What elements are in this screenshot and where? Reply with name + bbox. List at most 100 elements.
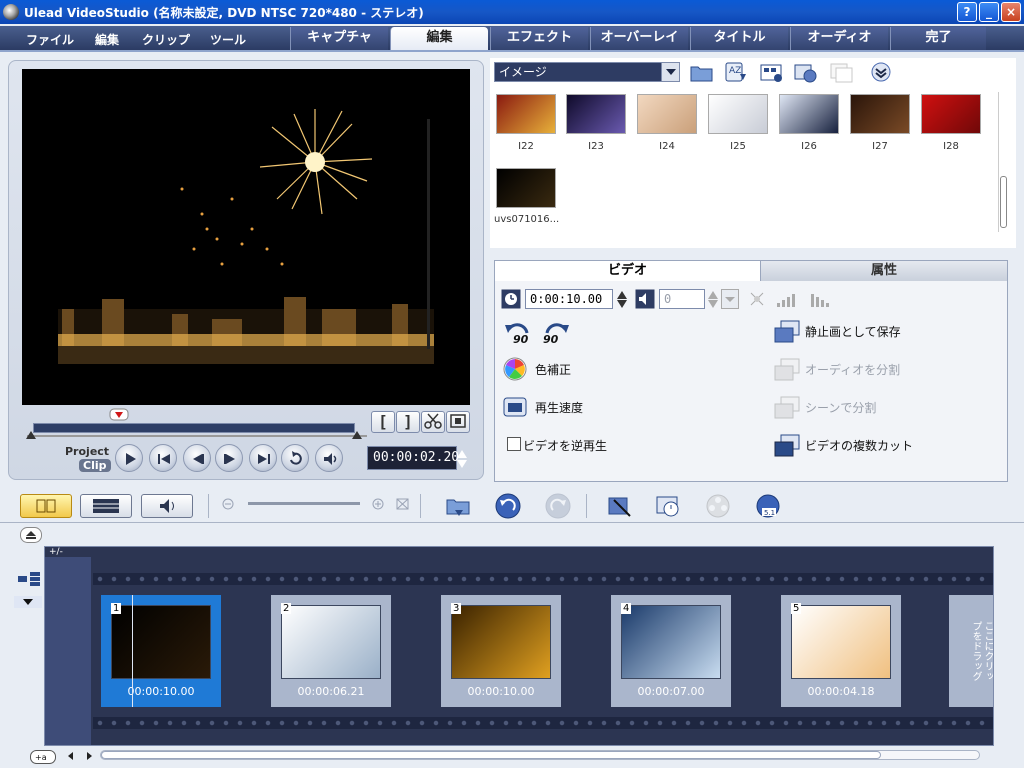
timeline-playhead[interactable] — [132, 595, 133, 707]
clip-mode-label[interactable]: Clip — [79, 459, 111, 472]
help-button[interactable]: ? — [957, 2, 977, 22]
storyboard-clip-1[interactable]: 1 00:00:10.00 — [101, 595, 221, 707]
menu-edit[interactable]: 編集 — [95, 31, 119, 48]
tab-title[interactable]: タイトル — [690, 27, 788, 50]
import-media-icon[interactable] — [828, 60, 856, 84]
storyboard-clip-5[interactable]: 5 00:00:04.18 — [781, 595, 901, 707]
scrubber-handle-icon[interactable] — [109, 408, 129, 422]
previous-frame-button[interactable] — [183, 444, 211, 472]
mark-in-button[interactable]: [ — [371, 411, 395, 433]
drop-zone[interactable]: ここにクリップをドラッグ — [949, 595, 993, 707]
library-thumb-i22[interactable] — [496, 94, 556, 134]
tab-share[interactable]: 完了 — [890, 27, 986, 50]
scroll-left-icon[interactable] — [66, 751, 76, 761]
fade-out-icon[interactable] — [809, 289, 833, 309]
film-reel-icon[interactable] — [704, 492, 732, 520]
volume-input[interactable]: 0 — [659, 289, 705, 309]
mark-out-button[interactable]: ] — [396, 411, 420, 433]
track-dropdown-icon[interactable] — [14, 596, 42, 608]
menu-clip[interactable]: クリップ — [142, 31, 190, 48]
scroll-right-icon[interactable] — [84, 751, 94, 761]
fade-in-icon[interactable] — [775, 289, 799, 309]
menu-file[interactable]: ファイル — [26, 31, 74, 48]
fullscreen-button[interactable] — [446, 411, 470, 433]
duration-down-icon[interactable] — [616, 299, 628, 310]
go-to-start-button[interactable] — [149, 444, 177, 472]
batch-timer-icon[interactable] — [654, 492, 682, 520]
split-audio-label[interactable]: オーディオを分割 — [805, 361, 900, 378]
rotate-left-button[interactable]: 90 — [503, 319, 533, 347]
split-scene-label[interactable]: シーンで分割 — [805, 399, 876, 416]
split-audio-icon[interactable] — [773, 357, 801, 381]
timeline-view-button[interactable] — [80, 494, 132, 518]
storyboard-clip-4[interactable]: 4 00:00:07.00 — [611, 595, 731, 707]
close-button[interactable]: × — [1001, 2, 1021, 22]
surround-sound-icon[interactable]: 5.1 — [754, 492, 782, 520]
storyboard-view-button[interactable] — [20, 494, 72, 518]
save-still-icon[interactable] — [773, 319, 801, 343]
eject-icon[interactable] — [20, 527, 42, 543]
timecode-up-icon[interactable] — [456, 448, 468, 459]
split-scene-icon[interactable] — [773, 395, 801, 419]
library-scrollbar[interactable] — [998, 92, 1008, 232]
smart-proxy-icon[interactable] — [606, 492, 634, 520]
tab-capture[interactable]: キャプチャ — [290, 27, 388, 50]
sort-az-icon[interactable]: AZ — [722, 60, 750, 84]
rotate-right-button[interactable]: 90 — [541, 319, 571, 347]
library-thumb-i25[interactable] — [708, 94, 768, 134]
library-thumb-i27[interactable] — [850, 94, 910, 134]
library-thumb-i24[interactable] — [637, 94, 697, 134]
library-category-select[interactable]: イメージ — [494, 62, 680, 82]
undo-icon[interactable] — [494, 492, 522, 520]
dropdown-arrow-icon[interactable] — [661, 63, 679, 81]
library-thumb-i23[interactable] — [566, 94, 626, 134]
expand-library-icon[interactable] — [870, 60, 898, 84]
tab-overlay[interactable]: オーバーレイ — [590, 27, 688, 50]
normalize-audio-icon[interactable] — [747, 289, 767, 309]
storyboard-clip-3[interactable]: 3 00:00:10.00 — [441, 595, 561, 707]
zoom-slider[interactable] — [248, 502, 360, 505]
multi-trim-label[interactable]: ビデオの複数カット — [805, 437, 913, 454]
next-frame-button[interactable] — [215, 444, 243, 472]
tab-edit[interactable]: 編集 — [390, 27, 488, 50]
track-menu-label[interactable]: +/- — [49, 547, 63, 557]
volume-down-icon[interactable] — [707, 299, 719, 310]
reverse-video-checkbox[interactable] — [507, 437, 521, 451]
playback-speed-icon[interactable] — [503, 395, 527, 419]
fit-project-icon[interactable] — [394, 492, 412, 520]
multi-trim-icon[interactable] — [773, 433, 801, 457]
tab-video[interactable]: ビデオ — [495, 261, 761, 281]
insert-media-icon[interactable] — [444, 492, 472, 520]
trim-start-marker[interactable] — [26, 431, 36, 439]
cut-clip-button[interactable] — [421, 411, 445, 433]
insert-track-icon[interactable]: +a — [30, 750, 56, 764]
tab-effect[interactable]: エフェクト — [490, 27, 588, 50]
app-icon[interactable] — [3, 4, 19, 20]
library-scroll-thumb[interactable] — [1000, 176, 1007, 228]
volume-button[interactable] — [315, 444, 343, 472]
volume-dropdown-icon[interactable] — [721, 289, 739, 309]
library-manager-icon[interactable] — [758, 60, 786, 84]
library-thumb-i28[interactable] — [921, 94, 981, 134]
storyboard-scroll-thumb[interactable] — [101, 751, 881, 759]
trim-end-marker[interactable] — [352, 431, 362, 439]
track-manager-icon[interactable] — [18, 572, 42, 586]
library-thumb-uvs071016[interactable] — [496, 168, 556, 208]
go-to-end-button[interactable] — [249, 444, 277, 472]
preview-scrubber[interactable] — [33, 423, 355, 433]
tab-attribute[interactable]: 属性 — [761, 261, 1007, 281]
repeat-button[interactable] — [281, 444, 309, 472]
library-thumb-i26[interactable] — [779, 94, 839, 134]
reverse-video-label[interactable]: ビデオを逆再生 — [523, 437, 607, 454]
duration-input[interactable]: 0:00:10.00 — [525, 289, 613, 309]
color-wheel-icon[interactable] — [503, 357, 527, 381]
storyboard-scrollbar[interactable] — [100, 750, 980, 760]
timecode-down-icon[interactable] — [456, 459, 468, 470]
playback-speed-label[interactable]: 再生速度 — [535, 399, 583, 416]
play-button[interactable] — [115, 444, 143, 472]
save-still-label[interactable]: 静止画として保存 — [805, 323, 901, 340]
tab-audio[interactable]: オーディオ — [790, 27, 888, 50]
minimize-button[interactable]: _ — [979, 2, 999, 22]
zoom-in-icon[interactable] — [370, 492, 388, 520]
mute-icon[interactable] — [635, 289, 655, 309]
